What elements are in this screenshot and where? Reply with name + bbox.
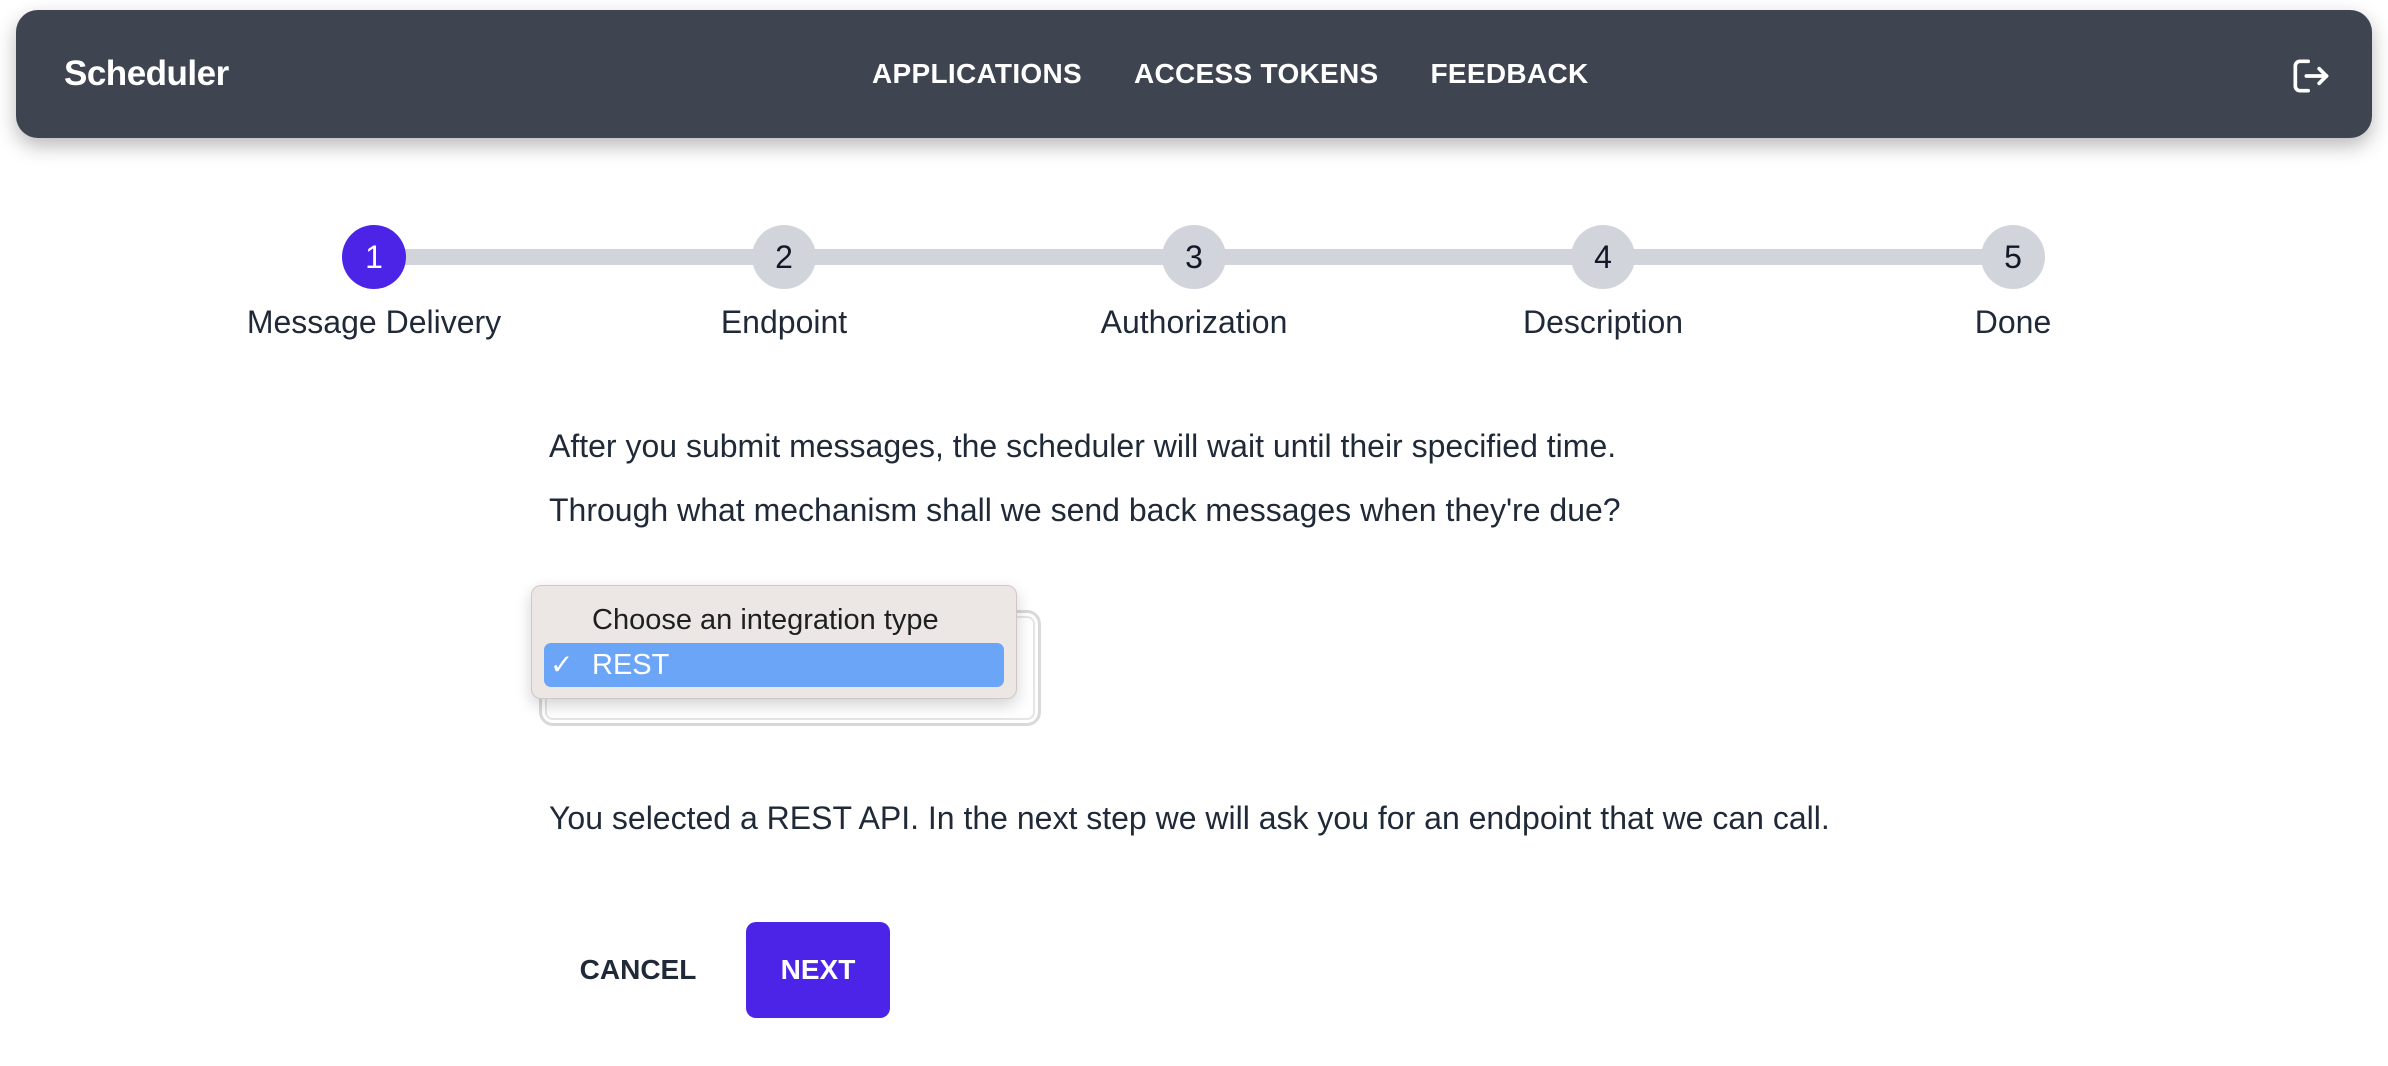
step-number-circle: 4 [1571, 225, 1635, 289]
nav-links: APPLICATIONS ACCESS TOKENS FEEDBACK [872, 10, 1641, 138]
progress-stepper: 1 Message Delivery 2 Endpoint 3 Authoriz… [0, 222, 2388, 352]
option-rest[interactable]: ✓ REST [544, 643, 1004, 687]
option-rest-label: REST [592, 649, 670, 681]
step-label: Description [1522, 304, 1684, 340]
nav-link-access-tokens[interactable]: ACCESS TOKENS [1134, 58, 1379, 90]
step-label: Authorization [1100, 304, 1288, 340]
step-label: Message Delivery [246, 304, 502, 340]
option-choose-integration-type[interactable]: Choose an integration type [544, 598, 1004, 642]
cancel-button[interactable]: CANCEL [560, 922, 716, 1018]
integration-type-dropdown: Choose an integration type ✓ REST [531, 585, 1017, 699]
question-text: Through what mechanism shall we send bac… [549, 492, 1621, 528]
step-number-circle: 5 [1981, 225, 2045, 289]
step-number-circle: 1 [342, 225, 406, 289]
selection-note: You selected a REST API. In the next ste… [549, 800, 1830, 836]
intro-text: After you submit messages, the scheduler… [549, 428, 1617, 464]
step-number-circle: 3 [1162, 225, 1226, 289]
checkmark-icon: ✓ [550, 649, 574, 680]
step-label: Done [1974, 304, 2052, 340]
app-title[interactable]: Scheduler [64, 10, 229, 138]
step-content: After you submit messages, the scheduler… [549, 426, 1949, 554]
next-button[interactable]: NEXT [746, 922, 890, 1018]
top-navbar: Scheduler APPLICATIONS ACCESS TOKENS FEE… [16, 10, 2372, 138]
step-number-circle: 2 [752, 225, 816, 289]
nav-link-feedback[interactable]: FEEDBACK [1431, 58, 1589, 90]
step-label: Endpoint [720, 304, 848, 340]
nav-link-applications[interactable]: APPLICATIONS [872, 58, 1082, 90]
logout-icon[interactable] [2288, 54, 2332, 98]
